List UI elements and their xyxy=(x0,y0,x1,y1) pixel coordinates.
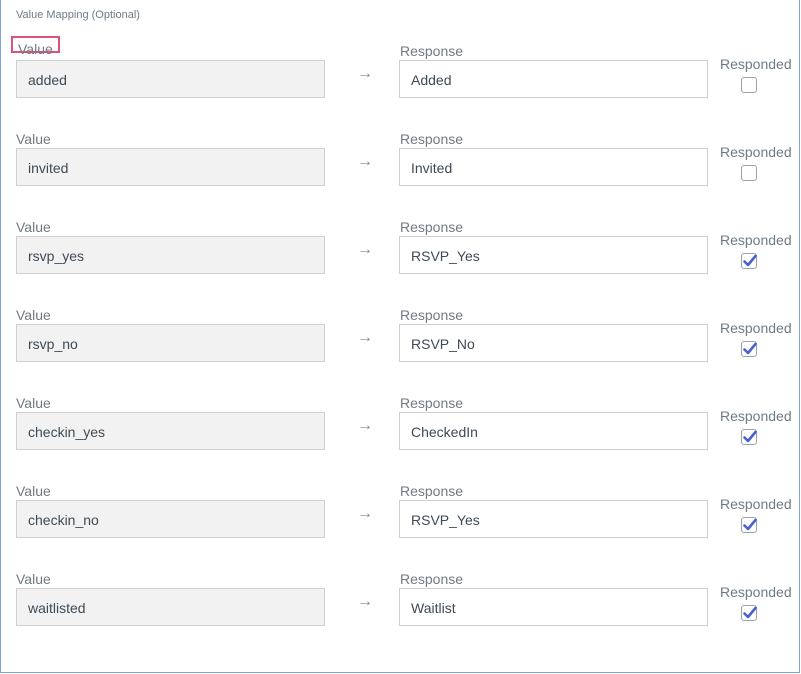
value-field: checkin_yes xyxy=(16,412,325,450)
responded-checkbox[interactable] xyxy=(741,341,757,357)
value-label: Value xyxy=(11,36,60,56)
response-label: Response xyxy=(400,571,464,587)
value-field: added xyxy=(16,60,325,98)
arrow-right-icon: → xyxy=(357,153,373,170)
response-label: Response xyxy=(400,483,464,499)
value-label: Value xyxy=(16,219,51,235)
response-input[interactable]: RSVP_Yes xyxy=(399,500,708,538)
response-input[interactable]: RSVP_Yes xyxy=(399,236,708,274)
arrow-right-icon: → xyxy=(357,593,373,610)
value-label: Value xyxy=(16,131,51,147)
responded-label: Responded xyxy=(720,320,792,336)
checkmark-icon xyxy=(743,342,757,355)
checkmark-icon xyxy=(743,254,757,267)
responded-checkbox[interactable] xyxy=(741,77,757,93)
responded-label: Responded xyxy=(720,408,792,424)
value-field: waitlisted xyxy=(16,588,325,626)
arrow-right-icon: → xyxy=(357,65,373,82)
arrow-right-icon: → xyxy=(357,505,373,522)
responded-label: Responded xyxy=(720,232,792,248)
response-input[interactable]: Invited xyxy=(399,148,708,186)
mapping-row: Value invited → Response Invited Respond… xyxy=(1,131,801,219)
response-input[interactable]: Waitlist xyxy=(399,588,708,626)
mapping-row: Value checkin_yes → Response CheckedIn R… xyxy=(1,395,801,483)
responded-checkbox[interactable] xyxy=(741,605,757,621)
value-field: checkin_no xyxy=(16,500,325,538)
response-label: Response xyxy=(400,43,464,59)
responded-checkbox[interactable] xyxy=(741,429,757,445)
value-label: Value xyxy=(16,483,51,499)
responded-checkbox[interactable] xyxy=(741,165,757,181)
value-label: Value xyxy=(16,307,51,323)
checkmark-icon xyxy=(743,430,757,443)
value-field: invited xyxy=(16,148,325,186)
responded-checkbox[interactable] xyxy=(741,517,757,533)
value-label: Value xyxy=(16,395,51,411)
arrow-right-icon: → xyxy=(357,417,373,434)
mapping-row: Value checkin_no → Response RSVP_Yes Res… xyxy=(1,483,801,571)
responded-label: Responded xyxy=(720,496,792,512)
mapping-row: Value added → Response Added Responded xyxy=(1,36,801,131)
response-label: Response xyxy=(400,395,464,411)
response-input[interactable]: CheckedIn xyxy=(399,412,708,450)
mapping-row: Value waitlisted → Response Waitlist Res… xyxy=(1,571,801,659)
responded-label: Responded xyxy=(720,56,792,72)
responded-label: Responded xyxy=(720,584,792,600)
response-input[interactable]: Added xyxy=(399,60,708,98)
responded-checkbox[interactable] xyxy=(741,253,757,269)
value-field: rsvp_no xyxy=(16,324,325,362)
arrow-right-icon: → xyxy=(357,329,373,346)
value-field: rsvp_yes xyxy=(16,236,325,274)
value-label: Value xyxy=(16,571,51,587)
checkmark-icon xyxy=(743,518,757,531)
arrow-right-icon: → xyxy=(357,241,373,258)
responded-label: Responded xyxy=(720,144,792,160)
response-label: Response xyxy=(400,219,464,235)
response-label: Response xyxy=(400,131,464,147)
section-title: Value Mapping (Optional) xyxy=(16,9,140,21)
mapping-row: Value rsvp_yes → Response RSVP_Yes Respo… xyxy=(1,219,801,307)
mapping-row: Value rsvp_no → Response RSVP_No Respond… xyxy=(1,307,801,395)
value-mapping-panel: Value Mapping (Optional) Value added → R… xyxy=(0,0,800,673)
response-input[interactable]: RSVP_No xyxy=(399,324,708,362)
response-label: Response xyxy=(400,307,464,323)
checkmark-icon xyxy=(743,606,757,619)
